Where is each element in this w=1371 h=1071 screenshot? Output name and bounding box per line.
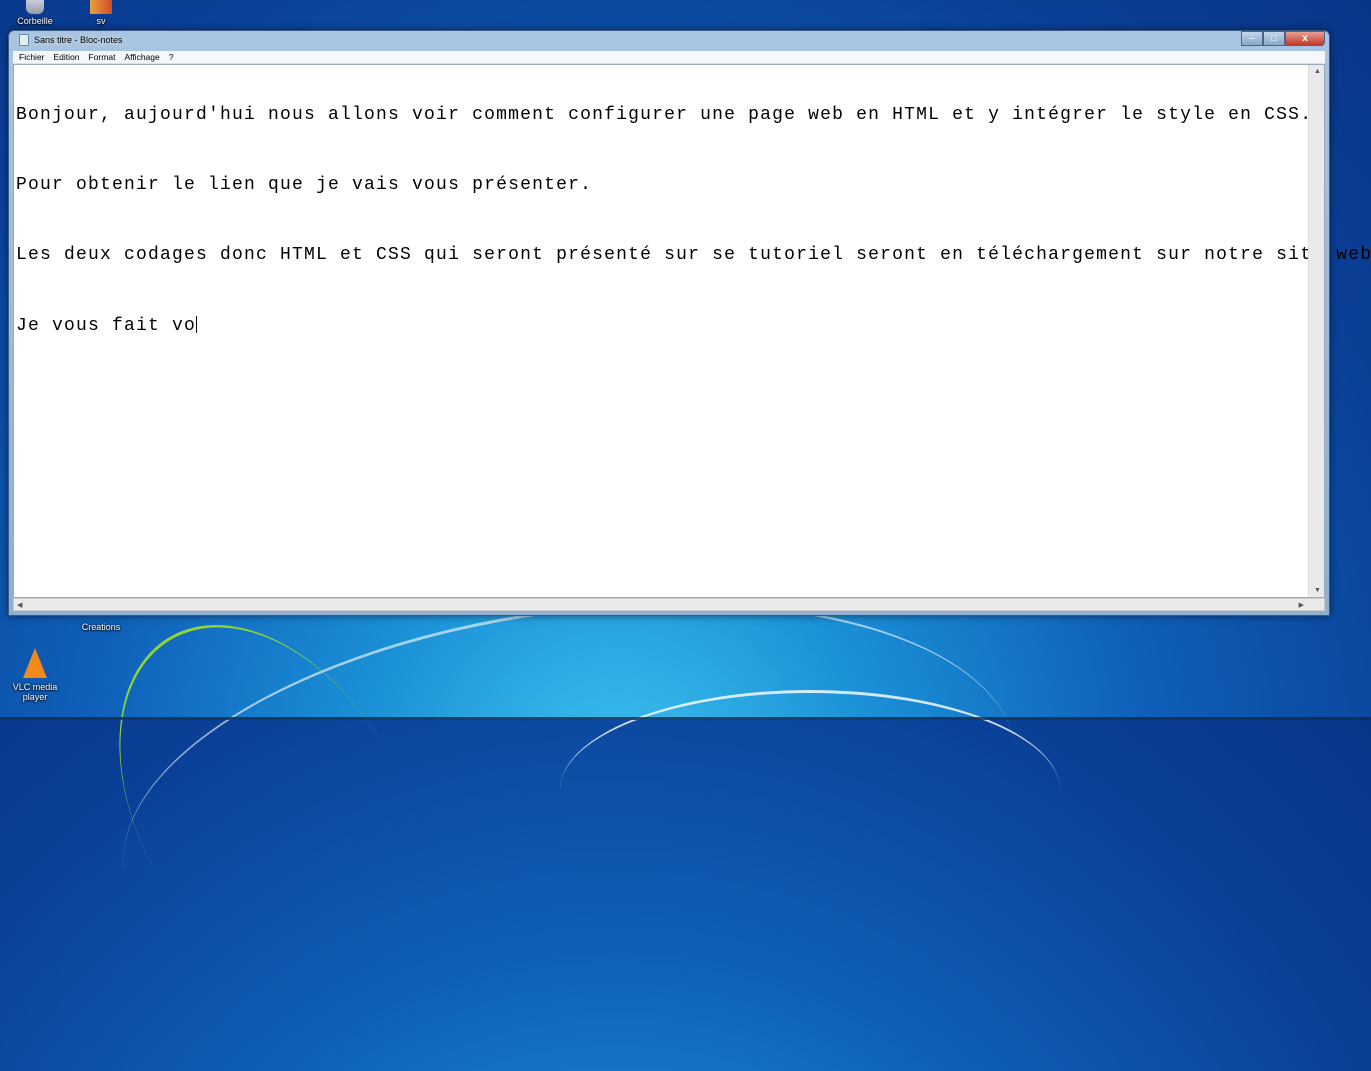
window-title: Sans titre - Bloc-notes (34, 35, 123, 45)
horizontal-scrollbar[interactable]: ◀ ▶ (13, 598, 1325, 611)
close-button[interactable]: x (1285, 31, 1325, 46)
minimize-button[interactable]: – (1241, 31, 1263, 46)
text-editor[interactable]: Bonjour, aujourd'hui nous allons voir co… (13, 64, 1371, 598)
title-bar[interactable]: Sans titre - Bloc-notes (19, 34, 123, 46)
maximize-button[interactable]: □ (1263, 31, 1285, 46)
recycle-bin-icon (26, 0, 44, 14)
menu-edition[interactable]: Edition (54, 52, 80, 62)
desktop-icon-vlc[interactable]: VLC media player (0, 648, 70, 702)
scroll-left-arrow-icon[interactable]: ◀ (17, 601, 22, 609)
desktop-icon-recycle-bin[interactable]: Corbeille (0, 0, 70, 26)
vlc-cone-icon (23, 648, 47, 678)
scroll-right-arrow-icon[interactable]: ▶ (1299, 601, 1304, 609)
text-caret (196, 316, 198, 333)
text-line: Les deux codages donc HTML et CSS qui se… (16, 245, 1371, 265)
text-line: Je vous fait vo (16, 316, 197, 336)
wallpaper-swoosh (560, 690, 1060, 890)
desktop-icon-hp-photo-creations[interactable]: Creations (66, 622, 136, 632)
text-line: Bonjour, aujourd'hui nous allons voir co… (16, 105, 1313, 125)
menu-affichage[interactable]: Affichage (124, 52, 159, 62)
vertical-scrollbar[interactable]: ▲ ▼ (1308, 65, 1324, 597)
text-line: Pour obtenir le lien que je vais vous pr… (16, 175, 593, 195)
menu-bar: Fichier Edition Format Affichage ? (13, 51, 1325, 64)
desktop-icon-sv[interactable]: sv (66, 0, 136, 26)
folder-icon (90, 0, 112, 14)
notepad-icon (19, 34, 29, 46)
icon-label: sv (96, 16, 106, 26)
menu-format[interactable]: Format (89, 52, 116, 62)
menu-help[interactable]: ? (169, 52, 174, 62)
notepad-window: Sans titre - Bloc-notes – □ x Fichier Ed… (8, 30, 1371, 616)
icon-label: Creations (81, 622, 121, 632)
icon-label: Corbeille (17, 16, 53, 26)
scroll-down-arrow-icon[interactable]: ▼ (1314, 587, 1321, 594)
menu-fichier[interactable]: Fichier (19, 52, 45, 62)
scroll-up-arrow-icon[interactable]: ▲ (1314, 68, 1321, 75)
icon-label: VLC media player (12, 682, 58, 702)
